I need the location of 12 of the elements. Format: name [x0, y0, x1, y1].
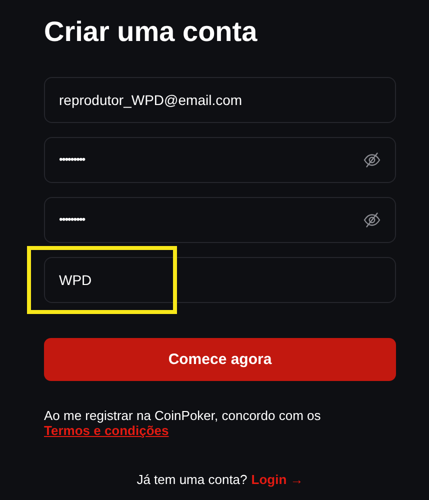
start-button[interactable]: Comece agora — [44, 338, 396, 381]
input-field[interactable]: ••••••••• — [44, 137, 396, 183]
input-field[interactable]: ••••••••• — [44, 197, 396, 243]
login-prompt: Já tem uma conta? — [136, 472, 248, 487]
input-field[interactable]: WPD — [44, 257, 396, 303]
page-title: Criar uma conta — [44, 15, 258, 49]
input-field[interactable]: reprodutor_WPD@email.com — [44, 77, 396, 123]
login-link[interactable]: Login → — [251, 472, 304, 487]
terms-text: Ao me registrar na CoinPoker, concordo com os Termos e condições — [44, 408, 322, 438]
terms-link[interactable]: Termos e condições — [44, 423, 169, 438]
eye-slash-icon[interactable] — [363, 211, 381, 229]
eye-slash-icon[interactable] — [363, 151, 381, 169]
